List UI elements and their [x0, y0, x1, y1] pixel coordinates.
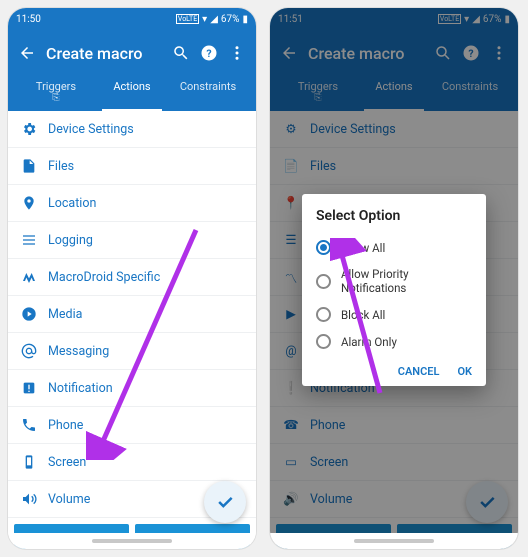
list-item-label: Notification	[48, 381, 113, 396]
item-phone[interactable]: Phone	[8, 407, 256, 444]
list-item-label: Files	[48, 159, 74, 174]
clock: 11:50	[16, 14, 41, 25]
option-allow-all[interactable]: Allow All	[316, 234, 472, 261]
item-screen[interactable]: Screen	[8, 444, 256, 481]
item-messaging[interactable]: Messaging	[8, 333, 256, 370]
svg-text:?: ?	[206, 47, 211, 60]
item-logging[interactable]: Logging	[8, 222, 256, 259]
item-macrodroid[interactable]: MacroDroid Specific	[8, 259, 256, 296]
cancel-button[interactable]: CANCEL	[398, 365, 440, 378]
option-allow-priority[interactable]: Allow Priority Notifications	[316, 261, 472, 301]
item-location[interactable]: Location	[8, 185, 256, 222]
wifi-icon: ▾	[202, 14, 207, 25]
list-item-label: Device Settings	[48, 122, 134, 137]
location-icon	[20, 194, 38, 212]
tab-constraints[interactable]: Constraints	[170, 74, 246, 111]
option-label: Alarm Only	[341, 335, 397, 349]
action-category-list: Device Settings Files Location Logging M…	[8, 111, 256, 518]
screen-icon	[20, 453, 38, 471]
tab-triggers-label: Triggers	[36, 80, 76, 93]
app-bar: Create macro ? Triggers ⎘ Actions Constr…	[8, 30, 256, 111]
item-device-settings[interactable]: Device Settings	[8, 111, 256, 148]
list-item-label: Phone	[48, 418, 83, 433]
nav-pill[interactable]	[92, 539, 172, 543]
overflow-icon[interactable]	[228, 44, 246, 62]
list-item-label: Messaging	[48, 344, 109, 359]
search-icon[interactable]	[172, 44, 190, 62]
dialog-title: Select Option	[316, 208, 472, 224]
status-bar: 11:50 VoLTE ▾ ◢ 67% ▮	[8, 8, 256, 30]
at-icon	[20, 342, 38, 360]
back-icon[interactable]	[18, 44, 36, 62]
item-files[interactable]: Files	[8, 148, 256, 185]
radio-icon	[316, 274, 331, 289]
phone-icon	[20, 416, 38, 434]
select-option-dialog: Select Option Allow All Allow Priority N…	[302, 194, 486, 386]
list-item-label: MacroDroid Specific	[48, 270, 160, 285]
help-icon[interactable]: ?	[200, 44, 218, 62]
gear-icon	[20, 120, 38, 138]
play-icon	[20, 305, 38, 323]
page-title: Create macro	[46, 44, 162, 63]
tab-constraints-label: Constraints	[180, 80, 236, 93]
nav-bar	[270, 533, 518, 549]
tab-triggers[interactable]: Triggers ⎘	[18, 74, 94, 111]
list-item-label: Media	[48, 307, 82, 322]
battery-icon: ▮	[242, 14, 248, 25]
list-item-label: Screen	[48, 455, 86, 470]
option-label: Allow Priority Notifications	[341, 267, 472, 295]
option-alarm-only[interactable]: Alarm Only	[316, 328, 472, 355]
item-media[interactable]: Media	[8, 296, 256, 333]
phone-right: 11:51 VoLTE ▾ ◢ 67% ▮ Create macro ? Tri…	[270, 8, 518, 549]
ok-button[interactable]: OK	[457, 365, 472, 378]
file-icon	[20, 157, 38, 175]
tab-triggers-sub-icon: ⎘	[18, 93, 94, 103]
radio-icon	[316, 240, 331, 255]
list-item-label: Logging	[48, 233, 93, 248]
confirm-fab[interactable]	[204, 481, 246, 523]
volume-icon	[20, 490, 38, 508]
tabs: Triggers ⎘ Actions Constraints	[18, 74, 246, 111]
tab-actions[interactable]: Actions	[94, 74, 170, 111]
alert-icon	[20, 379, 38, 397]
radio-icon	[316, 334, 331, 349]
option-label: Allow All	[341, 241, 385, 255]
item-notification[interactable]: Notification	[8, 370, 256, 407]
status-icons: VoLTE ▾ ◢ 67% ▮	[176, 14, 248, 25]
option-label: Block All	[341, 308, 385, 322]
radio-icon	[316, 307, 331, 322]
list-item-label: Volume	[48, 492, 90, 507]
nav-bar	[8, 533, 256, 549]
volte-label: VoLTE	[176, 14, 199, 24]
nav-pill[interactable]	[354, 539, 434, 543]
phone-left: 11:50 VoLTE ▾ ◢ 67% ▮ Create macro ?	[8, 8, 256, 549]
battery-pct: 67%	[221, 14, 240, 25]
signal-icon: ◢	[210, 14, 218, 25]
list-item-label: Location	[48, 196, 96, 211]
macrodroid-icon	[20, 268, 38, 286]
list-icon	[20, 231, 38, 249]
option-block-all[interactable]: Block All	[316, 301, 472, 328]
tab-actions-label: Actions	[113, 80, 150, 93]
